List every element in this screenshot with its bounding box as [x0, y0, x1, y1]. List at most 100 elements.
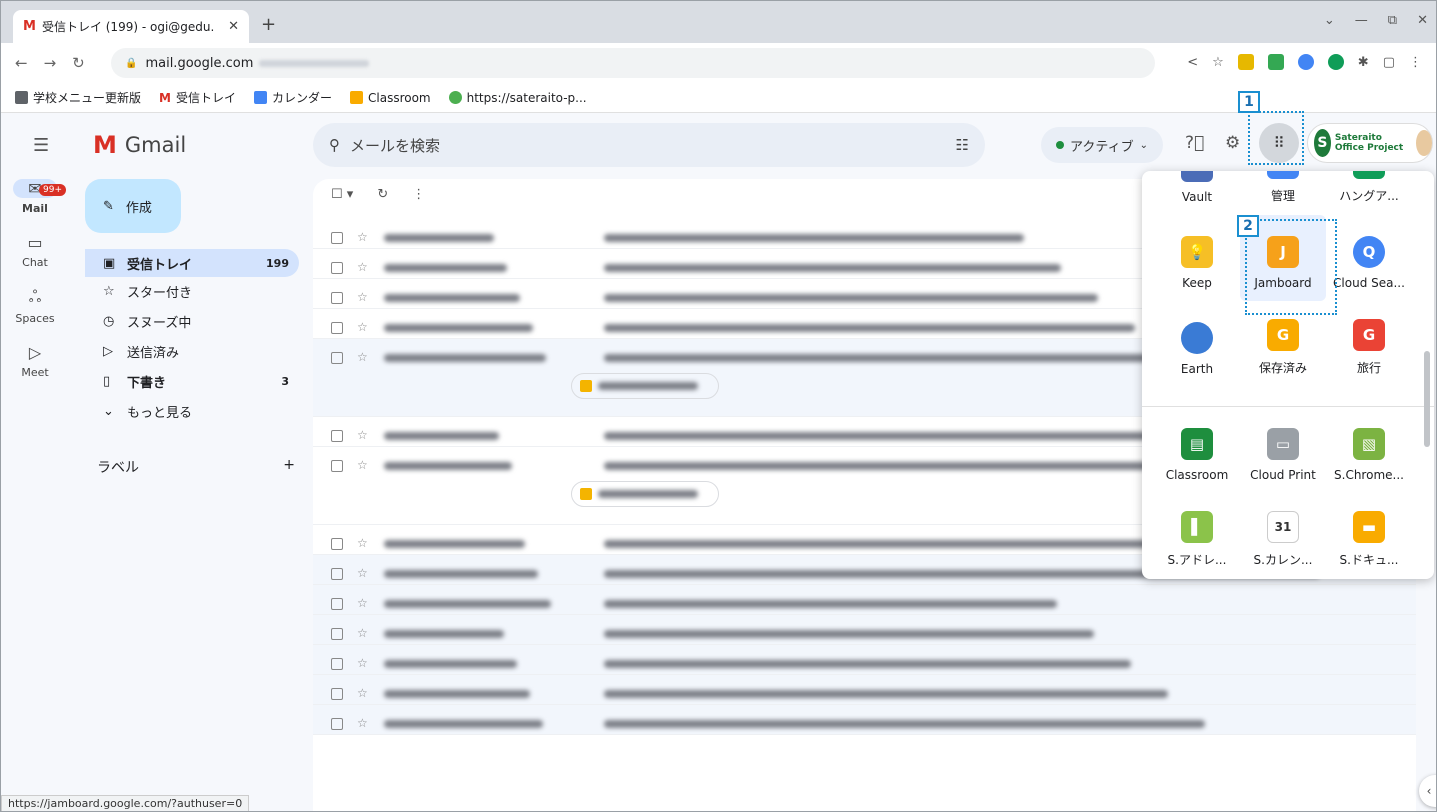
extension-1-icon[interactable]: [1237, 54, 1254, 70]
extensions-puzzle-icon[interactable]: ✱: [1358, 55, 1369, 70]
star-icon[interactable]: ☆: [357, 656, 368, 670]
row-checkbox[interactable]: [331, 538, 343, 550]
row-checkbox[interactable]: [331, 718, 343, 730]
nav-item[interactable]: ◷ スヌーズ中: [85, 307, 299, 335]
extension-2-icon[interactable]: [1267, 54, 1284, 70]
app-s-calendar[interactable]: 31 S.カレン...: [1240, 493, 1326, 579]
app-cloud-search[interactable]: Q Cloud Sea...: [1326, 215, 1412, 301]
star-icon[interactable]: ☆: [357, 566, 368, 580]
bookmark-item[interactable]: M 受信トレイ: [159, 89, 236, 106]
attachment-chip[interactable]: [571, 481, 719, 507]
close-window-icon[interactable]: ✕: [1417, 13, 1428, 28]
extension-4-icon[interactable]: [1327, 54, 1344, 70]
star-icon[interactable]: ☆: [357, 458, 368, 472]
reload-icon[interactable]: ↻: [72, 54, 85, 72]
table-row[interactable]: ☆: [313, 585, 1416, 615]
app-s-address[interactable]: ▌ S.アドレ...: [1154, 493, 1240, 579]
app-cloud-print[interactable]: ▭ Cloud Print: [1240, 407, 1326, 493]
app-hangouts[interactable]: ハングア...: [1326, 171, 1412, 215]
panel-scrollbar[interactable]: [1424, 351, 1430, 447]
browser-menu-icon[interactable]: ⋮: [1409, 55, 1422, 70]
new-tab-button[interactable]: +: [261, 14, 276, 35]
nav-item[interactable]: ▯ 下書き 3: [85, 367, 299, 395]
star-icon[interactable]: ☆: [357, 428, 368, 442]
share-icon[interactable]: <: [1187, 55, 1198, 70]
refresh-icon[interactable]: ↻: [377, 187, 388, 202]
star-icon[interactable]: ☆: [357, 230, 368, 244]
browser-tab[interactable]: M 受信トレイ (199) - ogi@gedu. ✕: [13, 10, 249, 43]
compose-label: 作成: [125, 200, 152, 216]
row-checkbox[interactable]: [331, 460, 343, 472]
app-admin[interactable]: 管理: [1240, 171, 1326, 215]
status-selector[interactable]: アクティブ ⌄: [1041, 127, 1163, 163]
row-checkbox[interactable]: [331, 322, 343, 334]
star-icon[interactable]: ☆: [357, 536, 368, 550]
app-keep[interactable]: 💡 Keep: [1154, 215, 1240, 301]
bookmark-star-icon[interactable]: ☆: [1212, 55, 1224, 70]
forward-icon[interactable]: →: [44, 54, 57, 72]
more-options-icon[interactable]: ⋮: [412, 187, 425, 202]
gmail-logo[interactable]: M Gmail: [93, 131, 186, 159]
close-tab-icon[interactable]: ✕: [228, 19, 239, 34]
app-classroom[interactable]: ▤ Classroom: [1154, 407, 1240, 493]
row-checkbox[interactable]: [331, 430, 343, 442]
compose-button[interactable]: ✎ 作成: [85, 179, 181, 233]
omnibox[interactable]: 🔒 mail.google.com: [111, 48, 1155, 78]
star-icon[interactable]: ☆: [357, 626, 368, 640]
back-icon[interactable]: ←: [15, 54, 28, 72]
table-row[interactable]: ☆: [313, 705, 1416, 735]
bookmark-item[interactable]: https://sateraito-p...: [448, 91, 587, 105]
rail-item-spaces[interactable]: ஃ Spaces: [1, 287, 69, 325]
search-options-icon[interactable]: ☷: [956, 136, 969, 154]
row-checkbox[interactable]: [331, 232, 343, 244]
star-icon[interactable]: ☆: [357, 686, 368, 700]
row-checkbox[interactable]: [331, 688, 343, 700]
nav-item[interactable]: ☆ スター付き: [85, 277, 299, 305]
nav-item[interactable]: ⌄ もっと見る: [85, 397, 299, 425]
app-travel[interactable]: G 旅行: [1326, 301, 1412, 387]
add-label-button[interactable]: +: [283, 457, 295, 477]
star-icon[interactable]: ☆: [357, 320, 368, 334]
app-s-chrome[interactable]: ▧ S.Chrome...: [1326, 407, 1412, 493]
table-row[interactable]: ☆: [313, 615, 1416, 645]
star-icon[interactable]: ☆: [357, 716, 368, 730]
rail-item-mail[interactable]: ✉ 99+ Mail: [1, 179, 69, 215]
rail-item-meet[interactable]: ▷ Meet: [1, 343, 69, 379]
side-panel-icon[interactable]: ▢: [1383, 55, 1395, 70]
row-checkbox[interactable]: [331, 292, 343, 304]
extension-3-icon[interactable]: [1297, 54, 1314, 70]
app-vault[interactable]: Vault: [1154, 171, 1240, 215]
nav-item[interactable]: ▷ 送信済み: [85, 337, 299, 365]
bookmark-item[interactable]: 学校メニュー更新版: [15, 89, 141, 106]
attachment-chip[interactable]: [571, 373, 719, 399]
nav-item[interactable]: ▣ 受信トレイ 199: [85, 249, 299, 277]
app-s-docs[interactable]: ▬ S.ドキュ...: [1326, 493, 1412, 579]
search-icon[interactable]: ⚲: [329, 136, 340, 154]
account-button[interactable]: S Sateraito Office Project: [1307, 123, 1433, 163]
row-checkbox[interactable]: [331, 628, 343, 640]
row-checkbox[interactable]: [331, 352, 343, 364]
row-checkbox[interactable]: [331, 658, 343, 670]
settings-gear-icon[interactable]: ⚙: [1225, 133, 1240, 153]
row-checkbox[interactable]: [331, 598, 343, 610]
row-checkbox[interactable]: [331, 568, 343, 580]
tab-search-icon[interactable]: ⌄: [1324, 13, 1335, 28]
bookmark-item[interactable]: カレンダー: [253, 89, 332, 106]
star-icon[interactable]: ☆: [357, 350, 368, 364]
bookmark-item[interactable]: Classroom: [350, 91, 431, 105]
restore-icon[interactable]: ⧉: [1388, 13, 1397, 28]
table-row[interactable]: ☆: [313, 675, 1416, 705]
rail-item-chat[interactable]: ▭ Chat: [1, 233, 69, 269]
star-icon[interactable]: ☆: [357, 290, 368, 304]
search-bar[interactable]: ⚲ メールを検索 ☷: [313, 123, 985, 167]
row-checkbox[interactable]: [331, 262, 343, 274]
app-earth[interactable]: Earth: [1154, 301, 1240, 387]
help-icon[interactable]: ?⃝: [1185, 133, 1204, 153]
table-row[interactable]: ☆: [313, 645, 1416, 675]
select-all-checkbox[interactable]: ☐ ▾: [331, 187, 353, 202]
search-input[interactable]: メールを検索: [350, 135, 956, 156]
star-icon[interactable]: ☆: [357, 260, 368, 274]
star-icon[interactable]: ☆: [357, 596, 368, 610]
minimize-icon[interactable]: —: [1355, 13, 1368, 28]
main-menu-icon[interactable]: ☰: [33, 135, 49, 156]
